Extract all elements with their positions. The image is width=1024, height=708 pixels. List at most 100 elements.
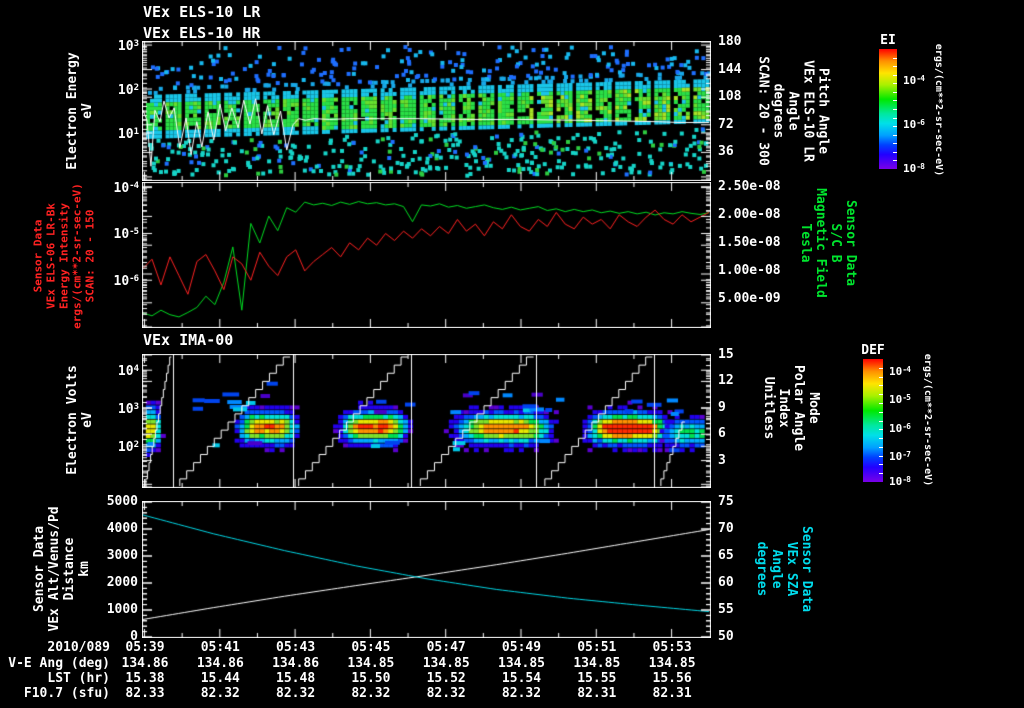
- time-tick-label: 05:47: [426, 640, 466, 655]
- colorbar-minor-tick: [893, 58, 897, 59]
- colorbar-ei-units-label: ergs/(cm**2-sr-sec-eV): [933, 43, 944, 177]
- colorbar-minor-tick: [879, 464, 883, 465]
- table-cell: 134.85: [573, 656, 621, 671]
- colorbar-tick-label: 10-7: [889, 449, 911, 463]
- ima-spectrogram-canvas: [142, 354, 711, 488]
- polar-angle-right-label: Mode Polar Angle Index Unitless: [761, 364, 821, 452]
- table-row-header: V-E Ang (deg): [8, 656, 110, 671]
- altitude-sza-canvas: [142, 501, 711, 638]
- colorbar-minor-tick: [893, 118, 897, 119]
- els-y-tick-label: 103: [117, 39, 139, 55]
- colorbar-minor-tick: [893, 135, 897, 136]
- ima-y-tick-label: 103: [117, 402, 139, 418]
- intensity-y-tick-label: 10-4: [113, 180, 139, 196]
- energy-intensity-y-axis-label: Sensor Data VEx ELS-06 LR-Bk Energy Inte…: [31, 183, 97, 329]
- bfield-y2-tick-label: 2.50e-08: [718, 179, 781, 194]
- polar-index-y2-tick-label: 3: [718, 452, 726, 468]
- table-cell: 134.86: [196, 656, 244, 671]
- magnetic-field-right-label: Sensor Data S/C B Magnetic Field Tesla: [798, 188, 858, 298]
- colorbar-tick-label: 10-4: [889, 365, 911, 379]
- sza-y2-tick-label: 50: [718, 629, 734, 644]
- ima-y-tick-label: 102: [117, 440, 139, 456]
- polar-index-y2-tick-label: 9: [718, 399, 726, 415]
- table-cell: 82.31: [652, 686, 692, 701]
- colorbar-minor-tick: [879, 429, 883, 430]
- table-cell: 15.56: [652, 671, 692, 686]
- sza-y2-tick-label: 60: [718, 575, 734, 590]
- table-cell: 134.85: [422, 656, 470, 671]
- colorbar-tick-label: 10-5: [889, 393, 911, 407]
- colorbar-minor-tick: [879, 412, 883, 413]
- table-cell: 82.33: [125, 686, 165, 701]
- colorbar-minor-tick: [879, 394, 883, 395]
- pitch-angle-y2-tick-label: 144: [718, 61, 742, 77]
- sza-y2-tick-label: 70: [718, 521, 734, 536]
- colorbar-minor-tick: [893, 75, 897, 76]
- polar-index-y2-tick-label: 15: [718, 347, 734, 362]
- time-tick-label: 05:39: [125, 640, 165, 655]
- vex-sddas-multiplot-screen: VEx ELS-10 LR VEx ELS-10 HR VEx IMA-00 E…: [0, 0, 1024, 708]
- els-y-tick-label: 101: [117, 126, 139, 142]
- altitude-y-tick-label: 2000: [106, 575, 138, 590]
- colorbar-minor-tick: [879, 385, 883, 386]
- intensity-y-tick-label: 10-5: [113, 227, 139, 243]
- pitch-angle-right-label: Pitch Angle VEx ELS-10 LR Angle degrees …: [755, 56, 831, 166]
- pitch-angle-y2-tick-label: 36: [718, 144, 734, 160]
- bfield-y2-tick-label: 5.00e-09: [718, 291, 781, 306]
- colorbar-minor-tick: [893, 160, 897, 161]
- colorbar-tick-label: 10-6: [889, 421, 911, 435]
- altitude-y-tick-label: 3000: [106, 548, 138, 563]
- colorbar-minor-tick: [893, 92, 897, 93]
- colorbar-minor-tick: [893, 152, 897, 153]
- table-cell: 134.86: [121, 656, 169, 671]
- sza-y2-tick-label: 55: [718, 602, 734, 617]
- table-cell: 15.50: [351, 671, 391, 686]
- colorbar-def-title: DEF: [861, 343, 885, 358]
- table-cell: 82.32: [200, 686, 240, 701]
- sza-y2-tick-label: 65: [718, 548, 734, 563]
- time-tick-label: 05:53: [652, 640, 692, 655]
- ima-y-tick-label: 104: [117, 364, 139, 380]
- altitude-y-tick-label: 1000: [106, 602, 138, 617]
- colorbar-minor-tick: [879, 368, 883, 369]
- table-cell: 15.38: [125, 671, 165, 686]
- els-spectrogram-canvas: [142, 41, 711, 181]
- pitch-angle-y2-tick-label: 180: [718, 34, 742, 49]
- plot-title-els-lr: VEx ELS-10 LR: [143, 3, 261, 21]
- colorbar-minor-tick: [879, 473, 883, 474]
- time-tick-label: 05:41: [200, 640, 240, 655]
- colorbar-minor-tick: [893, 126, 897, 127]
- colorbar-minor-tick: [893, 83, 897, 84]
- altitude-y-tick-label: 5000: [106, 494, 138, 509]
- table-cell: 134.85: [347, 656, 395, 671]
- colorbar-def-gradient: [863, 359, 883, 482]
- table-cell: 82.32: [426, 686, 466, 701]
- bfield-y2-tick-label: 1.00e-08: [718, 263, 781, 278]
- colorbar-minor-tick: [893, 66, 897, 67]
- colorbar-minor-tick: [879, 447, 883, 448]
- table-cell: 15.48: [276, 671, 316, 686]
- time-tick-label: 05:49: [501, 640, 542, 655]
- els-y-axis-label: Electron Energy eV: [65, 52, 95, 170]
- table-cell: 82.31: [577, 686, 617, 701]
- colorbar-minor-tick: [893, 109, 897, 110]
- colorbar-ei-title: EI: [880, 33, 896, 48]
- intensity-y-tick-label: 10-6: [113, 274, 139, 290]
- time-tick-label: 05:51: [577, 640, 617, 655]
- polar-index-y2-tick-label: 12: [718, 373, 734, 389]
- colorbar-minor-tick: [879, 456, 883, 457]
- colorbar-tick-label: 10-4: [903, 74, 925, 87]
- table-cell: 134.86: [272, 656, 320, 671]
- table-row-header: LST (hr): [47, 671, 110, 686]
- sza-right-label: Sensor Data VEx SZA Angle degrees: [754, 525, 814, 613]
- sza-y2-tick-label: 75: [718, 494, 734, 509]
- polar-index-y2-tick-label: 6: [718, 426, 726, 442]
- table-cell: 134.85: [498, 656, 545, 671]
- colorbar-ei-gradient: [879, 49, 897, 169]
- bfield-y2-tick-label: 1.50e-08: [718, 235, 781, 250]
- els-y-tick-label: 102: [117, 83, 139, 99]
- table-cell: 82.32: [351, 686, 391, 701]
- table-cell: 15.55: [577, 671, 617, 686]
- colorbar-minor-tick: [893, 143, 897, 144]
- ima-y-axis-label: Electron Volts eV: [65, 365, 95, 475]
